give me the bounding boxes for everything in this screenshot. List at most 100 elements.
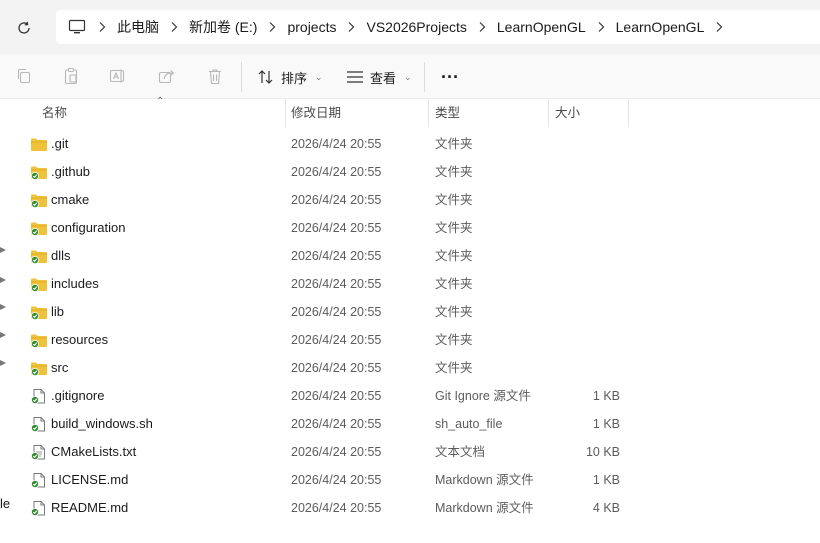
file-name: src	[51, 360, 69, 375]
file-size: 1 KB	[592, 389, 620, 403]
breadcrumb-chevron-icon[interactable]	[339, 21, 363, 33]
pin-icon	[0, 300, 8, 310]
file-type: 文件夹	[435, 305, 473, 319]
file-row[interactable]: src 2026/4/24 20:55 文件夹	[0, 354, 820, 382]
refresh-icon	[18, 21, 30, 34]
column-name-header[interactable]: 名称	[42, 99, 67, 127]
breadcrumb-item[interactable]: 新加卷 (E:)	[186, 17, 260, 37]
more-options-button[interactable]: ···	[438, 64, 462, 90]
pin-icon	[0, 328, 8, 338]
chevron-down-icon: ⌄	[404, 71, 412, 82]
pin-icon	[0, 243, 8, 253]
file-name: configuration	[51, 220, 126, 235]
file-name: CMakeLists.txt	[51, 444, 137, 459]
file-name: dlls	[51, 248, 71, 263]
column-divider[interactable]	[428, 99, 429, 127]
nav-pane-item-fragment[interactable]: le	[0, 496, 10, 511]
view-button[interactable]: 查看 ⌄	[346, 64, 412, 90]
column-date-header[interactable]: 修改日期	[291, 99, 341, 127]
breadcrumb[interactable]: 此电脑 新加卷 (E:) projects VS2026Projects LearnOp…	[56, 10, 820, 44]
file-row[interactable]: configuration 2026/4/24 20:55 文件夹	[0, 214, 820, 242]
breadcrumb-chevron-icon[interactable]	[162, 21, 186, 33]
file-row[interactable]: .git 2026/4/24 20:55 文件夹	[0, 130, 820, 158]
file-row[interactable]: CMakeLists.txt 2026/4/24 20:55 文本文档 10 KB	[0, 438, 820, 466]
file-type: 文件夹	[435, 137, 473, 151]
rename-icon[interactable]	[108, 66, 128, 86]
file-date: 2026/4/24 20:55	[291, 333, 382, 347]
pin-icon	[0, 273, 8, 283]
file-size: 10 KB	[585, 445, 620, 459]
file-type: Git Ignore 源文件	[435, 389, 531, 403]
file-icon	[30, 388, 48, 404]
file-row[interactable]: includes 2026/4/24 20:55 文件夹	[0, 270, 820, 298]
file-name: resources	[51, 332, 109, 347]
file-date: 2026/4/24 20:55	[291, 137, 382, 151]
copy-icon[interactable]	[14, 66, 34, 86]
paste-icon[interactable]	[61, 66, 81, 86]
breadcrumb-chevron-icon[interactable]	[707, 21, 731, 33]
this-pc-icon[interactable]	[64, 17, 90, 37]
folder-icon	[30, 164, 48, 180]
file-date: 2026/4/24 20:55	[291, 277, 382, 291]
folder-icon	[30, 220, 48, 236]
file-size: 4 KB	[592, 501, 620, 515]
sort-ascending-icon: ⌃	[156, 96, 165, 107]
breadcrumb-item[interactable]: 此电脑	[114, 17, 162, 37]
file-row[interactable]: README.md 2026/4/24 20:55 Markdown 源文件 4 KB	[0, 494, 820, 522]
view-label: 查看	[370, 70, 397, 86]
folder-icon	[30, 304, 48, 320]
file-name: .gitignore	[51, 388, 105, 403]
file-date: 2026/4/24 20:55	[291, 445, 382, 459]
breadcrumb-chevron-icon[interactable]	[589, 21, 613, 33]
file-row[interactable]: cmake 2026/4/24 20:55 文件夹	[0, 186, 820, 214]
sort-icon	[258, 70, 273, 84]
folder-icon	[30, 192, 48, 208]
share-icon[interactable]	[157, 66, 177, 86]
sort-button[interactable]: 排序 ⌄	[257, 64, 323, 90]
file-row[interactable]: .gitignore 2026/4/24 20:55 Git Ignore 源文件 1…	[0, 382, 820, 410]
file-date: 2026/4/24 20:55	[291, 473, 382, 487]
refresh-button[interactable]	[10, 14, 38, 42]
file-date: 2026/4/24 20:55	[291, 389, 382, 403]
file-name: .git	[51, 136, 69, 151]
breadcrumb-chevron-icon[interactable]	[260, 21, 284, 33]
breadcrumb-chevron-icon[interactable]	[90, 21, 114, 33]
file-type: 文件夹	[435, 361, 473, 375]
file-size: 1 KB	[592, 417, 620, 431]
file-row[interactable]: LICENSE.md 2026/4/24 20:55 Markdown 源文件 1 K…	[0, 466, 820, 494]
file-row[interactable]: build_windows.sh 2026/4/24 20:55 sh_auto_f…	[0, 410, 820, 438]
file-icon	[30, 500, 48, 516]
folder-icon	[30, 248, 48, 264]
file-type: 文本文档	[435, 445, 486, 459]
delete-icon[interactable]	[205, 66, 225, 86]
file-type: 文件夹	[435, 193, 473, 207]
view-list-icon	[347, 71, 363, 83]
file-name: lib	[51, 304, 65, 319]
column-divider[interactable]	[628, 99, 629, 127]
file-row[interactable]: dlls 2026/4/24 20:55 文件夹	[0, 242, 820, 270]
file-type: Markdown 源文件	[435, 473, 534, 487]
column-divider[interactable]	[285, 99, 286, 127]
breadcrumb-item[interactable]: VS2026Projects	[363, 19, 469, 35]
file-row[interactable]: lib 2026/4/24 20:55 文件夹	[0, 298, 820, 326]
column-type-header[interactable]: 类型	[435, 99, 460, 127]
folder-icon	[30, 360, 48, 376]
breadcrumb-item[interactable]: LearnOpenGL	[494, 19, 589, 35]
file-date: 2026/4/24 20:55	[291, 305, 382, 319]
file-row[interactable]: .github 2026/4/24 20:55 文件夹	[0, 158, 820, 186]
folder-icon	[30, 136, 48, 152]
file-date: 2026/4/24 20:55	[291, 361, 382, 375]
breadcrumb-item[interactable]: projects	[284, 19, 339, 35]
file-name: cmake	[51, 192, 90, 207]
column-divider[interactable]	[548, 99, 549, 127]
file-name: README.md	[51, 500, 129, 515]
file-icon	[30, 472, 48, 488]
breadcrumb-chevron-icon[interactable]	[470, 21, 494, 33]
file-type: Markdown 源文件	[435, 501, 534, 515]
file-list: .git 2026/4/24 20:55 文件夹 .github 2026/4/24 2…	[0, 130, 820, 522]
breadcrumb-item[interactable]: LearnOpenGL	[613, 19, 708, 35]
column-size-header[interactable]: 大小	[555, 99, 580, 127]
file-name: LICENSE.md	[51, 472, 129, 487]
file-row[interactable]: resources 2026/4/24 20:55 文件夹	[0, 326, 820, 354]
address-bar-row: 此电脑 新加卷 (E:) projects VS2026Projects LearnOp…	[0, 0, 820, 54]
